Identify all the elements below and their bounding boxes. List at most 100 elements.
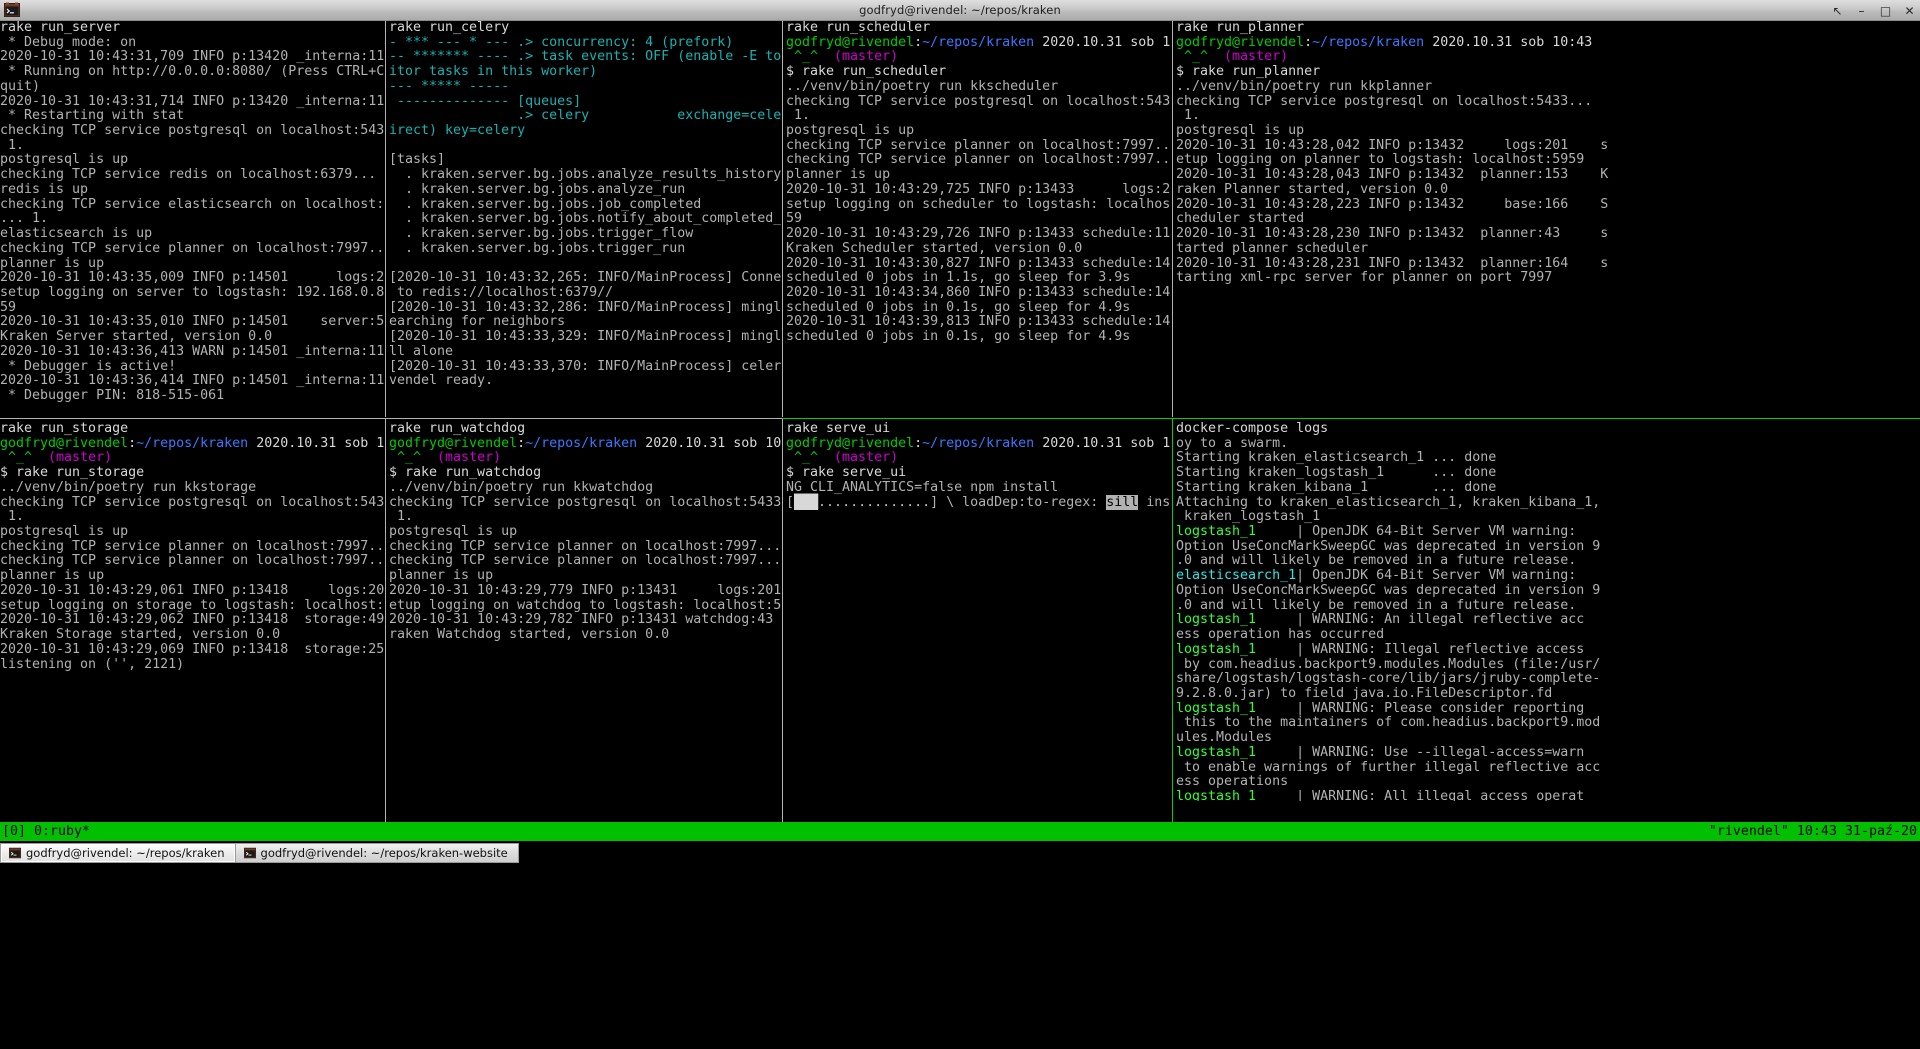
terminal-line: etup logging on planner to logstash: loc… [1176, 153, 1920, 168]
terminal-line: setup logging on server to logstash: 192… [0, 284, 385, 301]
terminal-line: 1. [1176, 108, 1920, 124]
terminal-text: cheduler started [1176, 211, 1305, 227]
terminal-text: .> celery exchange=celery(d [389, 108, 781, 124]
terminal-text: [2020-10-31 10:43:32,286: INFO/MainProce… [389, 299, 781, 315]
terminal-text: 59 [786, 211, 803, 227]
terminal-text: setup logging on server to logstash: 192… [0, 284, 385, 300]
terminal-line: listening on ('', 2121) [0, 657, 385, 673]
taskbar-buttons: godfryd@rivendel: ~/repos/kraken godfryd@… [0, 843, 519, 863]
pane-title-text: rake run_watchdog [389, 422, 526, 436]
terminal-text: ... 1. [0, 211, 49, 227]
maximize-button[interactable]: □ [1879, 4, 1892, 17]
terminal-text: scheduled 0 jobs in 0.1s, go sleep for 4… [786, 299, 1131, 315]
terminal-line: 2020-10-31 10:43:29,726 INFO p:13433 sch… [786, 226, 1171, 242]
prompt-git-branch: (master) [1208, 49, 1289, 65]
terminal-line: elasticsearch_1| OpenJDK 64-Bit Server V… [1176, 568, 1920, 584]
tmux-status-bar: [0] 0:ruby* "rivendel" 10:43 31-paź-20 [0, 822, 1920, 841]
terminal-text: [2020-10-31 10:43:33,370: INFO/MainProce… [389, 358, 781, 374]
terminal-text: tarted planner scheduler [1176, 240, 1369, 256]
terminal-line: ../venv/bin/poetry run kkstorage [0, 480, 385, 496]
window-title-bar[interactable]: godfryd@rivendel: ~/repos/kraken ↖ – □ ✕ [0, 0, 1920, 21]
terminal-text: 1. [1176, 108, 1201, 124]
shell-command-text: $ rake run_watchdog [389, 465, 542, 481]
terminal-text: ../venv/bin/poetry run kkscheduler [786, 78, 1059, 94]
terminal-line: tarted planner scheduler [1176, 240, 1920, 257]
terminal-line: kraken_logstash_1 [1176, 509, 1920, 525]
terminal-icon [3, 1, 21, 19]
terminal-text: postgresql is up [0, 524, 129, 540]
terminal-line: 2020-10-31 10:43:28,230 INFO p:13432 pla… [1176, 226, 1920, 242]
prompt-separator: : [914, 435, 923, 451]
terminal-text: ules.Modules [1176, 730, 1273, 746]
taskbar-item[interactable]: godfryd@rivendel: ~/repos/kraken [0, 843, 236, 863]
terminal-line: to enable warnings of further illegal re… [1176, 760, 1920, 776]
terminal-line: postgresql is up [389, 524, 781, 540]
terminal-line: checking TCP service planner on localhos… [389, 554, 781, 569]
minimize-button[interactable]: – [1855, 4, 1868, 17]
terminal-line: cheduler started [1176, 211, 1920, 227]
pane-separator-vertical [385, 21, 386, 417]
prompt-datetime: 2020.10.31 sob 10:43 [256, 435, 385, 451]
shade-window-button[interactable]: ↖ [1831, 4, 1844, 17]
terminal-line: logstash_1 | WARNING: Use --illegal-acce… [1176, 745, 1920, 761]
terminal-text: checking TCP service postgresql on local… [0, 494, 385, 510]
terminal-text: . kraken.server.bg.jobs.trigger_flow [389, 226, 694, 242]
tmux-session[interactable]: rake run_server * Debug mode: on 2020-10-… [0, 21, 1920, 1049]
taskbar-item[interactable]: godfryd@rivendel: ~/repos/kraken-website [234, 843, 519, 863]
terminal-text: 2020-10-31 10:43:28,230 INFO p:13432 pla… [1176, 226, 1609, 242]
terminal-text: Kraken Server started, version 0.0 [0, 329, 273, 345]
terminal-text: postgresql is up [0, 152, 129, 168]
terminal-text: logstash_1 [1176, 524, 1257, 540]
pane-serve-ui[interactable]: rake serve_ui godfryd@rivendel:~/repos/kr… [786, 422, 1171, 801]
terminal-text: sill [1106, 494, 1139, 510]
pane-run-planner[interactable]: rake run_planner godfryd@rivendel:~/repos… [1176, 21, 1920, 417]
terminal-text: logstash_1 [1176, 788, 1257, 801]
terminal-line: elasticsearch is up [0, 226, 385, 242]
terminal-line: -- ******* ---- .> task events: OFF (ena… [389, 50, 781, 65]
terminal-text: etup logging on planner to logstash: loc… [1176, 152, 1585, 168]
pane-title: rake run_server [0, 21, 385, 36]
terminal-text: irect) key=celery [389, 123, 526, 139]
terminal-text: 2020-10-31 10:43:29,069 INFO p:13418 sto… [0, 641, 385, 657]
terminal-line: 2020-10-31 10:43:28,231 INFO p:13432 pla… [1176, 255, 1920, 272]
shell-prompt-line-2: ^_^ (master) [0, 451, 385, 466]
terminal-text: * Debugger PIN: 818-515-061 [0, 387, 225, 403]
pane-title: rake run_watchdog [389, 422, 781, 437]
terminal-text: ███ [794, 494, 819, 510]
shell-prompt-line: godfryd@rivendel:~/repos/kraken 2020.10.… [1176, 35, 1920, 51]
terminal-line: earching for neighbors [389, 315, 781, 330]
prompt-path: ~/repos/kraken [525, 435, 638, 451]
terminal-line: 2020-10-31 10:43:36,414 INFO p:14501 _in… [0, 373, 385, 389]
terminal-text: 2020-10-31 10:43:31,709 INFO p:13420 _in… [0, 49, 385, 65]
terminal-text: | WARNING: Illegal reflective access [1256, 641, 1585, 657]
prompt-user-host: godfryd@rivendel [786, 34, 915, 50]
pane-run-scheduler[interactable]: rake run_scheduler godfryd@rivendel:~/rep… [786, 21, 1171, 417]
terminal-line: ess operation has occurred [1176, 627, 1920, 643]
terminal-text: ..............] \ loadDep:to-regex: [818, 494, 1107, 510]
terminal-text: scheduled 0 jobs in 1.1s, go sleep for 3… [786, 270, 1131, 286]
terminal-line: * Debugger is active! [0, 359, 385, 375]
terminal-line: checking TCP service elasticsearch on lo… [0, 197, 385, 213]
terminal-line: 2020-10-31 10:43:39,813 INFO p:13433 sch… [786, 315, 1171, 330]
pane-run-celery[interactable]: rake run_celery - *** --- * --- .> concur… [389, 21, 781, 417]
terminal-text: 2020-10-31 10:43:28,231 INFO p:13432 pla… [1176, 255, 1609, 271]
terminal-text: checking TCP service postgresql on local… [1176, 93, 1593, 109]
pane-separator-vertical-active [1172, 419, 1173, 822]
close-button[interactable]: ✕ [1903, 4, 1916, 17]
shell-command-line: $ rake run_planner [1176, 64, 1920, 80]
pane-run-storage[interactable]: rake run_storage godfryd@rivendel:~/repos… [0, 422, 385, 801]
terminal-text: checking TCP service postgresql on local… [389, 494, 781, 510]
terminal-line: checking TCP service postgresql on local… [1176, 93, 1920, 110]
pane-run-server[interactable]: rake run_server * Debug mode: on 2020-10-… [0, 21, 385, 417]
terminal-text: checking TCP service planner on localhos… [0, 553, 385, 569]
terminal-line: .0 and will likely be removed in a futur… [1176, 554, 1920, 569]
terminal-line: . kraken.server.bg.jobs.analyze_results_… [389, 167, 781, 183]
prompt-git-branch: (master) [32, 450, 113, 466]
prompt-path: ~/repos/kraken [922, 435, 1035, 451]
terminal-line: 1. [786, 108, 1171, 124]
pane-docker-compose[interactable]: docker-compose logs oy to a swarm. Startin… [1176, 422, 1920, 801]
terminal-line: 2020-10-31 10:43:29,782 INFO p:13431 wat… [389, 612, 781, 628]
terminal-line: 1. [0, 509, 385, 525]
pane-run-watchdog[interactable]: rake run_watchdog godfryd@rivendel:~/repo… [389, 422, 781, 801]
prompt-user-host: godfryd@rivendel [786, 435, 915, 451]
